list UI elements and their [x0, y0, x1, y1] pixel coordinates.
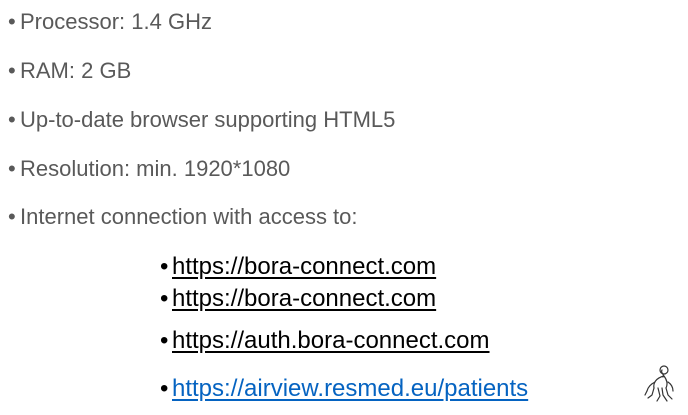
list-item-internet: • Internet connection with access to: — [8, 203, 358, 231]
list-item-text: Internet connection with access to: — [20, 204, 358, 229]
link-airview-resmed[interactable]: https://airview.resmed.eu/patients — [172, 375, 528, 402]
bullet: • — [160, 285, 169, 312]
link-item-bora-connect-2: • https://bora-connect.com — [160, 284, 436, 314]
list-item-ram: • RAM: 2 GB — [8, 57, 131, 85]
list-item-processor: • Processor: 1.4 GHz — [8, 8, 212, 36]
bullet: • — [8, 107, 16, 132]
link-item-airview: • https://airview.resmed.eu/patients — [160, 374, 528, 404]
person-walking-icon — [644, 365, 674, 402]
bullet: • — [8, 204, 16, 229]
list-item-text: Resolution: min. 1920*1080 — [20, 156, 291, 181]
bullet: • — [160, 375, 169, 402]
link-item-bora-connect-1: • https://bora-connect.com — [160, 252, 436, 282]
link-item-auth-bora-connect: • https://auth.bora-connect.com — [160, 326, 490, 356]
bullet: • — [8, 156, 16, 181]
bullet: • — [8, 9, 16, 34]
system-requirements-list: • Processor: 1.4 GHz • RAM: 2 GB • Up-to-da… — [0, 0, 688, 415]
list-item-text: Processor: 1.4 GHz — [20, 9, 212, 34]
list-item-resolution: • Resolution: min. 1920*1080 — [8, 155, 290, 183]
list-item-text: RAM: 2 GB — [20, 58, 132, 83]
link-bora-connect[interactable]: https://bora-connect.com — [172, 253, 436, 280]
bullet: • — [160, 327, 169, 354]
list-item-text: Up-to-date browser supporting HTML5 — [20, 107, 396, 132]
link-bora-connect[interactable]: https://bora-connect.com — [172, 285, 436, 312]
link-auth-bora-connect[interactable]: https://auth.bora-connect.com — [172, 327, 490, 354]
bullet: • — [8, 58, 16, 83]
list-item-browser: • Up-to-date browser supporting HTML5 — [8, 106, 395, 134]
bullet: • — [160, 253, 169, 280]
